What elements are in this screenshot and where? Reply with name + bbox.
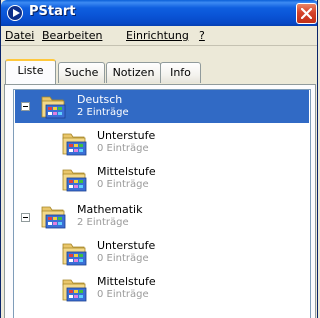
tree-node-deutsch[interactable]: Deutsch 2 Einträge: [15, 90, 309, 123]
tree-node-count: 0 Einträge: [97, 179, 149, 190]
tree-node-mathematik[interactable]: Mathematik 2 Einträge: [15, 200, 309, 233]
menu-bar: Datei Bearbeiten Einrichtung ?: [1, 26, 317, 46]
title-bar[interactable]: PStart: [1, 0, 317, 26]
tab-strip: Liste Suche Notizen Info: [1, 46, 317, 86]
tree-node-title: Mittelstufe: [97, 275, 156, 288]
menu-einrichtung-label: Einrichtung: [126, 29, 189, 42]
menu-help-label: ?: [199, 29, 205, 42]
tree-node-count: 0 Einträge: [97, 143, 149, 154]
tree-node-title: Mathematik: [77, 203, 143, 216]
menu-datei-label: Datei: [5, 29, 35, 42]
tree-node-title: Deutsch: [77, 93, 123, 106]
tree-node-mittelstufe-2[interactable]: Mittelstufe 0 Einträge: [54, 273, 254, 306]
window-title: PStart: [29, 4, 76, 19]
pstart-app-icon[interactable]: [7, 5, 23, 21]
collapse-icon[interactable]: [21, 102, 30, 111]
tab-liste[interactable]: Liste: [5, 59, 56, 84]
program-folder-icon: [62, 243, 87, 266]
tree-node-title: Mittelstufe: [97, 165, 156, 178]
tree-node-unterstufe-2[interactable]: Unterstufe 0 Einträge: [54, 237, 254, 270]
tree-node-unterstufe[interactable]: Unterstufe 0 Einträge: [54, 127, 254, 160]
program-tree[interactable]: Deutsch 2 Einträge Unterstufe 0 Einträge: [13, 89, 311, 318]
tree-node-count: 0 Einträge: [97, 253, 149, 264]
tab-notizen[interactable]: Notizen: [106, 62, 161, 83]
menu-help[interactable]: ?: [199, 29, 205, 42]
close-icon: [301, 8, 312, 19]
pstart-window: PStart Datei Bearbeiten Einrichtung ? Li…: [0, 0, 318, 318]
collapse-icon[interactable]: [21, 213, 30, 222]
tab-notizen-label: Notizen: [112, 66, 155, 79]
tree-node-count: 0 Einträge: [97, 289, 149, 300]
menu-bearbeiten-label: Bearbeiten: [42, 29, 103, 42]
tab-suche[interactable]: Suche: [58, 62, 105, 83]
tab-suche-label: Suche: [64, 66, 99, 79]
program-folder-icon: [41, 206, 66, 229]
tree-node-title: Unterstufe: [97, 239, 156, 252]
menu-datei[interactable]: Datei: [5, 29, 34, 42]
tree-node-mittelstufe[interactable]: Mittelstufe 0 Einträge: [54, 163, 254, 196]
tab-liste-label: Liste: [17, 64, 44, 77]
tab-panel: Deutsch 2 Einträge Unterstufe 0 Einträge: [4, 84, 316, 318]
tree-node-title: Unterstufe: [97, 129, 156, 142]
close-button[interactable]: [296, 3, 317, 24]
tab-info-label: Info: [170, 66, 191, 79]
menu-bearbeiten[interactable]: Bearbeiten: [42, 29, 102, 42]
program-folder-icon: [62, 279, 87, 302]
tab-info[interactable]: Info: [160, 62, 201, 83]
program-folder-icon: [41, 96, 66, 119]
menu-einrichtung[interactable]: Einrichtung: [126, 29, 189, 42]
program-folder-icon: [62, 133, 87, 156]
tree-node-count: 2 Einträge: [77, 217, 129, 228]
program-folder-icon: [62, 169, 87, 192]
tree-node-count: 2 Einträge: [77, 107, 129, 118]
